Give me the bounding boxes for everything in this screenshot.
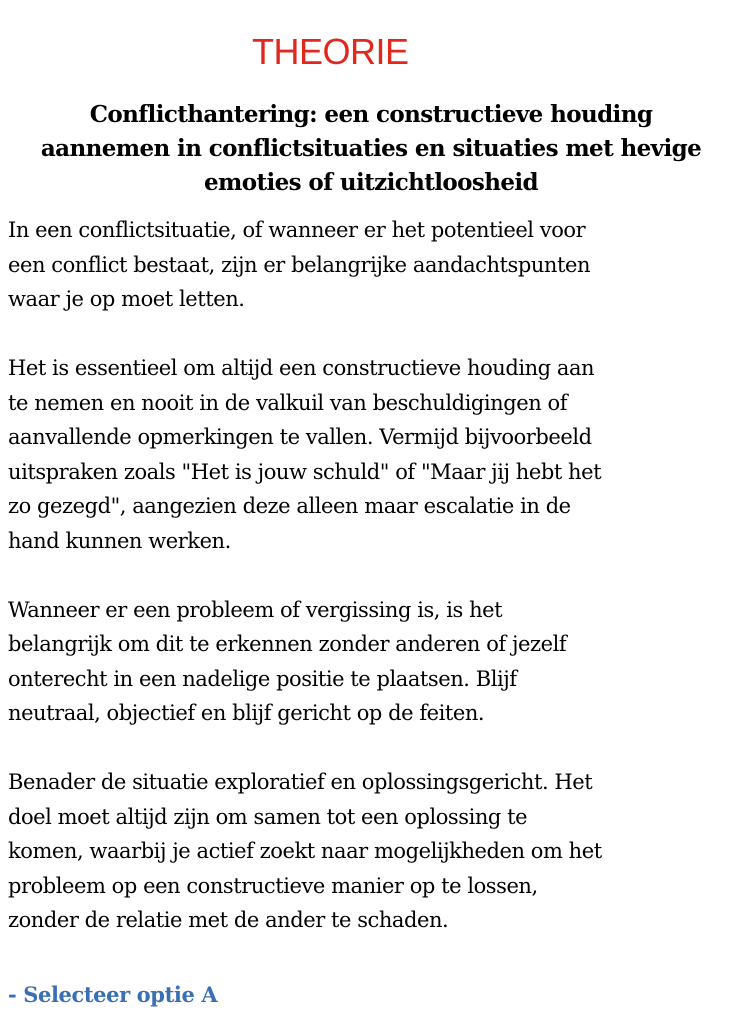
page-heading: THEORIE <box>252 31 409 72</box>
page-title: Conflicthantering: een constructieve hou… <box>0 98 742 200</box>
title-line: Conflicthantering: een constructieve hou… <box>89 101 653 128</box>
text-line: onterecht in een nadelige positie te pla… <box>8 666 517 691</box>
title-line: emoties of uitzichtloosheid <box>203 169 539 196</box>
text-line: te nemen en nooit in de valkuil van besc… <box>8 390 568 415</box>
title-line: aannemen in conflictsituaties en situati… <box>40 135 702 162</box>
paragraph-intro: In een conflictsituatie, of wanneer er h… <box>8 213 736 317</box>
theory-page: THEORIE Conflicthantering: een construct… <box>0 0 742 1024</box>
body-text: In een conflictsituatie, of wanneer er h… <box>8 213 736 972</box>
paragraph-constructive-attitude: Het is essentieel om altijd een construc… <box>8 351 736 558</box>
text-line: Wanneer er een probleem of vergissing is… <box>8 597 503 622</box>
text-line: neutraal, objectief en blijf gericht op … <box>8 701 485 725</box>
paragraph-acknowledge-mistakes: Wanneer er een probleem of vergissing is… <box>8 593 736 731</box>
text-line: zo gezegd", aangezien deze alleen maar e… <box>8 494 571 518</box>
select-option-a-instruction: - Selecteer optie A <box>8 982 218 1007</box>
text-line: Het is essentieel om altijd een construc… <box>8 356 595 380</box>
text-line: probleem op een constructieve manier op … <box>8 873 538 898</box>
text-line: waar je op moet letten. <box>8 287 245 311</box>
text-line: aanvallende opmerkingen te vallen. Vermi… <box>8 425 592 449</box>
text-line: een conflict bestaat, zijn er belangrijk… <box>8 252 591 277</box>
text-line: doel moet altijd zijn om samen tot een o… <box>8 804 528 829</box>
text-line: uitspraken zoals "Het is jouw schuld" of… <box>8 459 602 484</box>
text-line: In een conflictsituatie, of wanneer er h… <box>8 218 586 242</box>
text-line: belangrijk om dit te erkennen zonder and… <box>8 632 567 656</box>
text-line: hand kunnen werken. <box>8 528 231 553</box>
paragraph-solution-oriented: Benader de situatie exploratief en oplos… <box>8 765 736 938</box>
text-line: Benader de situatie exploratief en oplos… <box>8 770 593 794</box>
text-line: zonder de relatie met de ander te schade… <box>8 908 449 932</box>
text-line: komen, waarbij je actief zoekt naar moge… <box>8 839 602 863</box>
